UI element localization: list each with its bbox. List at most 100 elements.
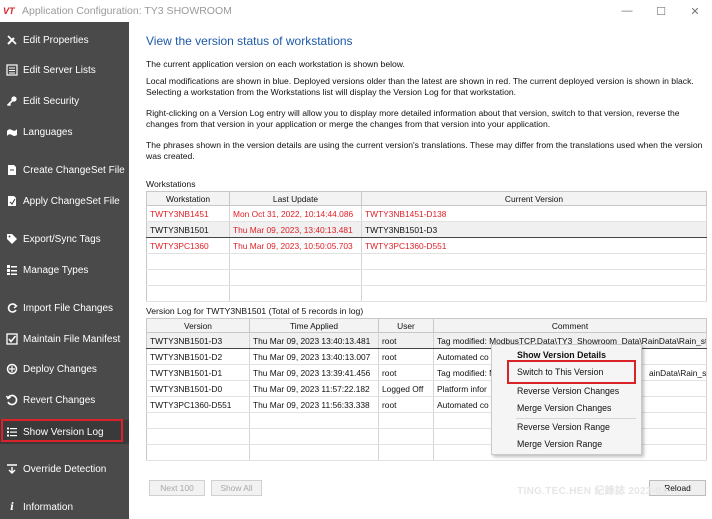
sidebar-item-label: Apply ChangeSet File [23,195,120,207]
sidebar-item-label: Maintain File Manifest [23,333,121,345]
tag-icon [6,233,18,245]
maximize-button[interactable]: ☐ [644,0,678,22]
menu-item-merge-version-changes[interactable]: Merge Version Changes [492,400,641,416]
sidebar-item-edit-security[interactable]: Edit Security [0,89,129,113]
version-cell: TWTY3NB1501-D2 [146,348,250,365]
sidebar-item-label: Information [23,501,74,513]
info-icon: i [10,501,14,513]
sidebar-item-information[interactable]: i Information [0,495,129,519]
sidebar-item-label: Edit Security [23,95,80,107]
version-cell: TWTY3NB1501-D3 [146,332,250,349]
sidebar-item-label: Edit Properties [23,34,89,46]
sidebar-item-manage-types[interactable]: Manage Types [0,258,129,282]
sidebar-item-label: Create ChangeSet File [23,164,125,176]
override-icon [6,463,18,475]
column-header[interactable]: Last Update [229,191,362,206]
intro-paragraph-2: Local modifications are shown in blue. D… [146,76,694,97]
comment-text: Tag modified: M [437,367,497,378]
user-cell: root [378,396,434,413]
sidebar-item-label: Manage Types [23,264,89,276]
show-all-button[interactable]: Show All [211,480,262,496]
types-icon [6,264,18,276]
sidebar-item-import-file-changes[interactable]: Import File Changes [0,296,129,320]
sidebar-item-label: Languages [23,126,73,138]
table-row[interactable]: TWTY3NB1451 Mon Oct 31, 2022, 10:14:44.0… [146,205,707,222]
user-cell: root [378,332,434,349]
next-100-button[interactable]: Next 100 [149,480,205,496]
column-header[interactable]: Time Applied [249,318,379,333]
sidebar-item-revert-changes[interactable]: Revert Changes [0,388,129,412]
sidebar-item-languages[interactable]: Languages [0,120,129,144]
import-icon [6,302,18,314]
version-cell: TWTY3NB1501-D1 [146,364,250,381]
revert-icon [6,394,18,406]
sidebar-item-edit-properties[interactable]: Edit Properties [0,28,129,52]
table-header-row: Workstation Last Update Current Version [146,191,707,206]
sidebar: Edit Properties Edit Server Lists Edit S… [0,22,129,519]
column-header[interactable]: Current Version [361,191,707,206]
page-title: View the version status of workstations [146,34,353,48]
list-icon [6,64,18,76]
current-version-cell: TWTY3NB1451-D138 [361,205,707,222]
user-cell: root [378,364,434,381]
window-title: Application Configuration: TY3 SHOWROOM [22,5,232,17]
intro-paragraph-4: The phrases shown in the version details… [146,140,703,161]
highlight-outline-sidebar [1,419,123,442]
column-header[interactable]: User [378,318,434,333]
sidebar-item-label: Export/Sync Tags [23,233,101,245]
time-cell: Thu Mar 09, 2023 13:39:41.456 [249,364,379,381]
watermark: TING.TEC.HEN 紀錄誌 2023-03-... [517,486,680,497]
workstations-table: Workstation Last Update Current Version … [146,191,707,302]
sidebar-item-label: Revert Changes [23,394,96,406]
current-version-cell: TWTY3NB1501-D3 [361,221,707,238]
version-log-label: Version Log for TWTY3NB1501 (Total of 5 … [146,306,364,316]
wrench-icon [6,34,18,46]
last-update-cell: Thu Mar 09, 2023, 13:40:13.481 [229,221,362,238]
version-cell: TWTY3PC1360-D551 [146,396,250,413]
intro-paragraph-1: The current application version on each … [146,59,405,69]
table-row[interactable]: TWTY3PC1360 Thu Mar 09, 2023, 10:50:05.7… [146,237,707,254]
sidebar-item-create-changeset-file[interactable]: Create ChangeSet File [0,158,129,182]
sidebar-item-edit-server-lists[interactable]: Edit Server Lists [0,58,129,82]
last-update-cell: Thu Mar 09, 2023, 10:50:05.703 [229,237,362,254]
version-cell: TWTY3NB1501-D0 [146,380,250,397]
sidebar-item-label: Override Detection [23,463,107,475]
time-cell: Thu Mar 09, 2023 13:40:13.481 [249,332,379,349]
time-cell: Thu Mar 09, 2023 13:40:13.007 [249,348,379,365]
deploy-icon [6,363,18,375]
key-icon [6,95,18,107]
sidebar-item-override-detection[interactable]: Override Detection [0,457,129,481]
time-cell: Thu Mar 09, 2023 11:56:33.338 [249,396,379,413]
column-header[interactable]: Version [146,318,250,333]
sidebar-item-label: Import File Changes [23,302,114,314]
comment-text-tail: ainData\Rain_stock [649,367,707,378]
sidebar-item-apply-changeset-file[interactable]: Apply ChangeSet File [0,189,129,213]
document-icon [6,164,18,176]
sidebar-item-export-sync-tags[interactable]: Export/Sync Tags [0,227,129,251]
minimize-button[interactable]: — [610,0,644,22]
workstation-cell: TWTY3NB1501 [146,221,230,238]
language-icon [6,126,18,138]
close-button[interactable]: ✕ [678,0,712,22]
window-controls: — ☐ ✕ [610,0,712,22]
highlight-outline-menu [507,360,636,384]
user-cell: Logged Off [378,380,434,397]
apply-icon [6,195,18,207]
menu-item-merge-version-range[interactable]: Merge Version Range [492,436,641,452]
intro-paragraph-3: Right-clicking on a Version Log entry wi… [146,108,680,129]
table-row-empty [146,253,707,270]
sidebar-item-deploy-changes[interactable]: Deploy Changes [0,357,129,381]
title-bar: VT Application Configuration: TY3 SHOWRO… [0,0,712,22]
sidebar-item-label: Deploy Changes [23,363,97,375]
workstation-cell: TWTY3NB1451 [146,205,230,222]
sidebar-item-label: Edit Server Lists [23,64,96,76]
sidebar-item-maintain-file-manifest[interactable]: Maintain File Manifest [0,327,129,351]
menu-item-reverse-version-range[interactable]: Reverse Version Range [492,419,641,435]
table-row-empty [146,285,707,302]
table-row-selected[interactable]: TWTY3NB1501 Thu Mar 09, 2023, 13:40:13.4… [146,221,707,238]
column-header[interactable]: Comment [433,318,707,333]
column-header[interactable]: Workstation [146,191,230,206]
workstation-cell: TWTY3PC1360 [146,237,230,254]
menu-item-reverse-version-changes[interactable]: Reverse Version Changes [492,383,641,399]
current-version-cell: TWTY3PC1360-D551 [361,237,707,254]
